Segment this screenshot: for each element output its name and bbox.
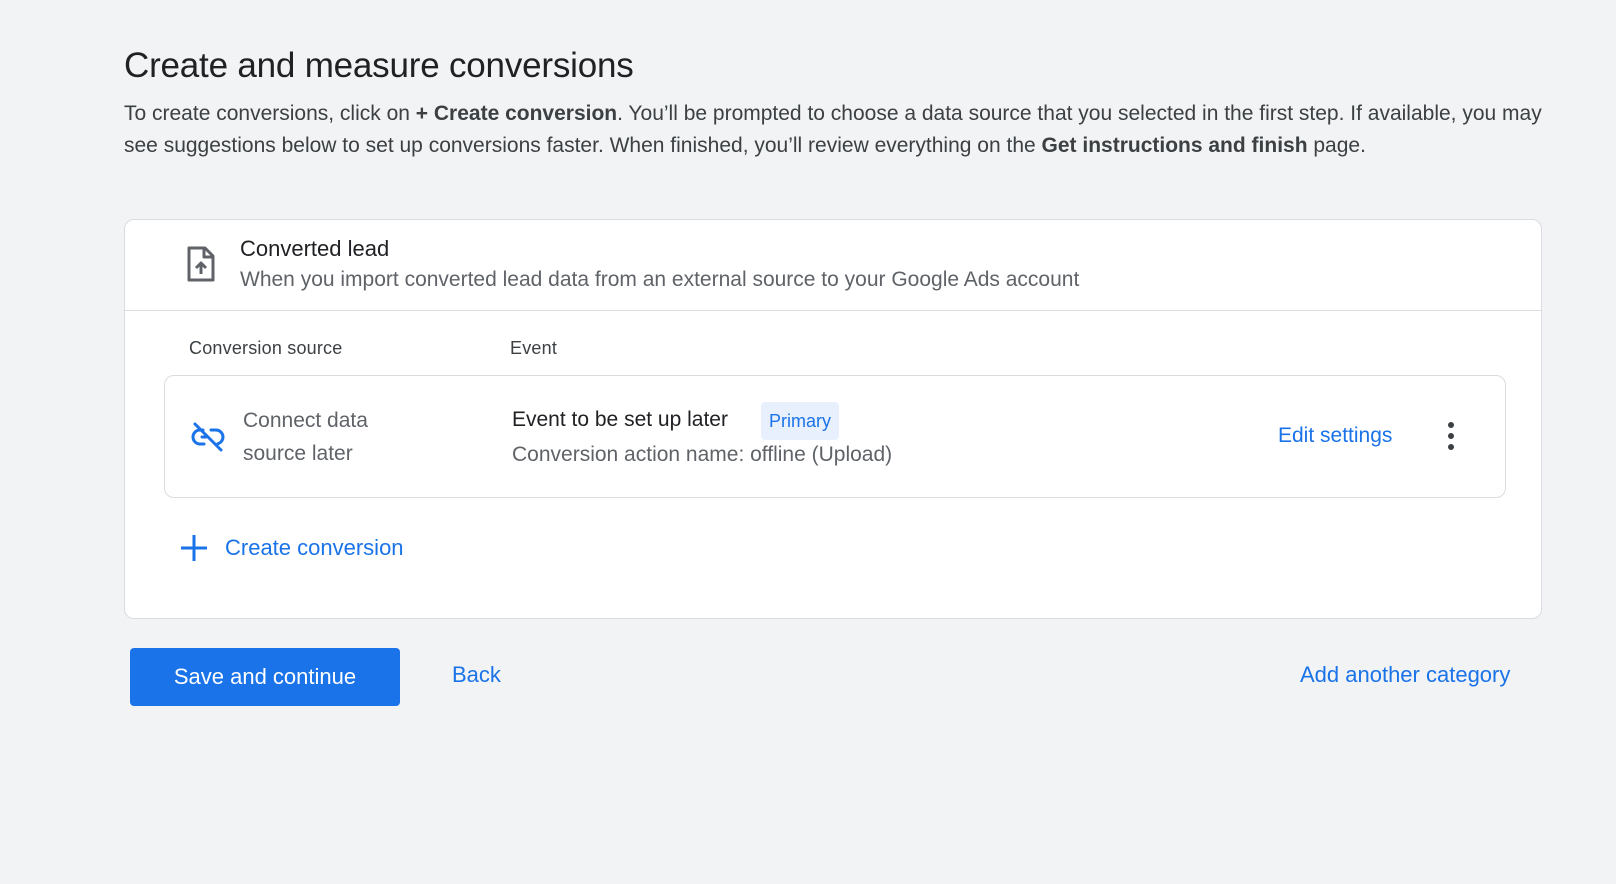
- card-title: Converted lead: [240, 236, 390, 261]
- intro-text: To create conversions, click on + Create…: [124, 98, 1544, 162]
- intro-text-part-3: page.: [1307, 134, 1366, 157]
- create-conversion-label: Create conversion: [225, 535, 404, 560]
- conversion-action-name: Conversion action name: offline (Upload): [512, 443, 893, 466]
- primary-badge: Primary: [761, 402, 839, 440]
- edit-settings-link[interactable]: Edit settings: [1278, 424, 1392, 448]
- intro-get-instructions-emphasis: Get instructions and finish: [1041, 134, 1308, 157]
- event-title: Event to be set up later: [512, 408, 728, 431]
- conversion-category-card: Converted lead When you import converted…: [124, 219, 1542, 619]
- create-conversion-button[interactable]: Create conversion: [180, 528, 404, 568]
- card-header: Converted lead When you import converted…: [125, 220, 1541, 311]
- file-upload-icon: [187, 246, 215, 282]
- card-subtitle: When you import converted lead data from…: [240, 268, 1080, 291]
- add-another-category-link[interactable]: Add another category: [1300, 662, 1510, 688]
- column-header-conversion-source: Conversion source: [189, 338, 343, 358]
- intro-create-conversion-emphasis: + Create conversion: [415, 102, 618, 125]
- link-off-icon: [191, 422, 225, 452]
- more-vertical-icon[interactable]: [1445, 420, 1457, 452]
- intro-text-part-1: To create conversions, click on: [124, 102, 416, 125]
- save-and-continue-button[interactable]: Save and continue: [130, 648, 400, 706]
- conversion-row: Connect data source later Event to be se…: [164, 375, 1506, 498]
- plus-icon: [181, 535, 207, 561]
- source-label: Connect data source later: [243, 409, 368, 465]
- page-header: Create and measure conversions To create…: [124, 44, 1544, 162]
- page-title: Create and measure conversions: [124, 46, 634, 85]
- back-button[interactable]: Back: [452, 662, 501, 688]
- column-header-event: Event: [510, 338, 558, 358]
